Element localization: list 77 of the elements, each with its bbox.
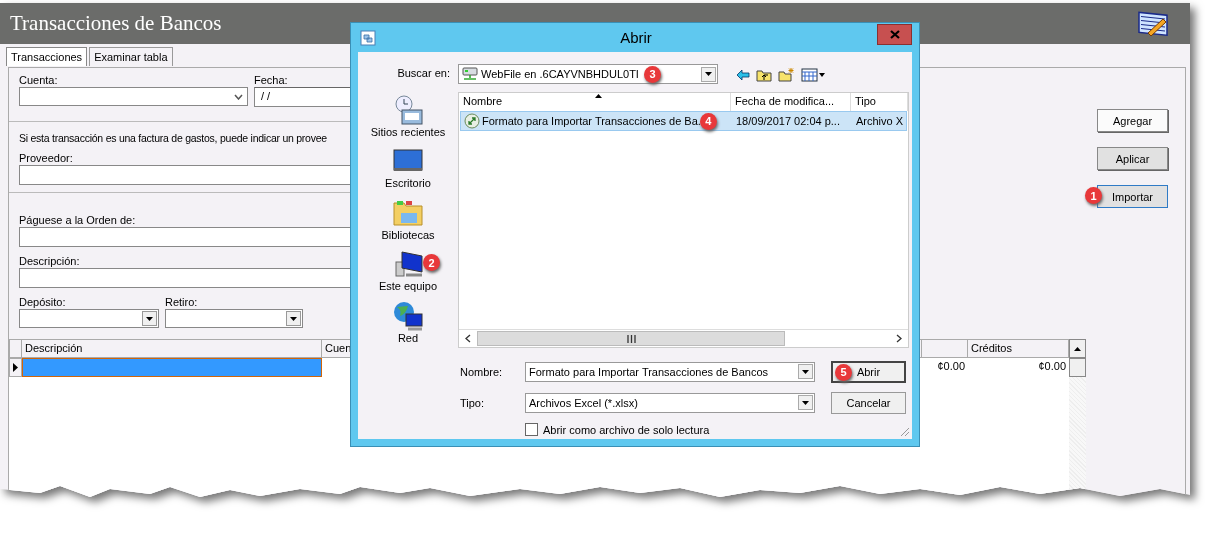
table-cell-text: ¢0.00 [936,359,966,374]
column-header[interactable]: Créditos [968,339,1069,358]
field-label: Fecha: [254,73,289,87]
sort-up-icon [594,94,602,98]
caret-down-icon [802,401,809,405]
field-label: Descripción: [19,254,81,268]
window-icon [360,29,376,46]
window-title: Transacciones de Bancos [10,11,222,36]
chevron-down-icon [234,93,243,100]
ledger-pencil-icon [1136,10,1170,37]
hint-text: Si esta transacción es una factura de gastos, puede indicar un provee [19,132,328,144]
form-button[interactable]: Aplicar [1097,147,1168,170]
field-label: Buscar en: [397,67,450,79]
tab[interactable]: Transacciones [6,47,88,66]
horizontal-scrollbar[interactable] [459,329,908,347]
table-cell-text: Archivo X [855,115,905,127]
table-cell: Formato para Importar Transacciones de Ba. [482,115,701,127]
account-dropdown[interactable] [19,87,248,106]
tab[interactable]: Examinar tabla [89,47,173,66]
place-item[interactable]: 2 Este equipo [378,248,438,297]
new-folder-icon[interactable] [778,67,795,82]
scroll-up-button[interactable] [1069,339,1086,358]
dropdown-button[interactable] [142,311,157,326]
file-name-field[interactable]: Formato para Importar Transacciones de Bancos [525,361,815,382]
view-menu-icon[interactable] [801,67,825,82]
field-label: Retiro: [165,295,199,309]
callout-badge: 3 [643,65,661,83]
callout-badge: 4 [699,112,717,130]
caret-down-icon [290,316,297,321]
date-field[interactable]: / / [254,87,350,107]
table-cell-text: 18/09/2017 02:04 p... [735,115,841,127]
caret-up-icon [1074,346,1081,351]
checkbox[interactable] [525,423,538,437]
file-type-dropdown[interactable]: Archivos Excel (*.xlsx) [525,393,815,413]
supplier-field[interactable] [19,165,350,185]
dialog-button[interactable]: Cancelar [831,392,906,414]
close-icon [889,30,900,39]
dropdown-button[interactable] [701,66,716,82]
dropdown-button[interactable] [286,311,301,326]
resize-grip-icon [900,427,910,437]
field-label: Tipo: [459,397,486,409]
row-pointer-icon [13,363,18,372]
payee-field[interactable] [19,227,350,247]
file-row[interactable]: Formato para Importar Transacciones de Ba. 4 18/09/2017 02:04 p... Archivo X [460,111,907,131]
field-label: Páguese a la Orden de: [19,213,137,227]
field-label: Nombre: [459,365,504,378]
checkbox-label: Abrir como archivo de solo lectura [543,423,710,436]
field-label: Cuenta: [19,73,59,87]
folder-up-icon[interactable] [756,67,772,82]
table-cell-text: ¢0.00 [1037,359,1067,374]
scrollbar-thumb[interactable] [477,331,785,346]
field-label: Proveedor: [19,151,74,165]
close-button[interactable] [877,24,912,45]
dropdown-button[interactable] [798,364,813,380]
file-icon [464,113,480,129]
description-field[interactable] [19,268,350,288]
form-button[interactable]: Importar [1097,185,1168,208]
dialog-title: Abrir [619,29,653,46]
recent-places-icon [392,94,424,126]
grip-icon [626,334,636,343]
dropdown-button[interactable] [798,395,813,411]
caret-down-icon [802,369,809,374]
back-arrow-icon[interactable] [736,68,750,81]
place-item[interactable]: Escritorio [385,145,431,194]
column-header[interactable]: Descripción [22,339,322,358]
callout-badge: 1 [1085,187,1102,204]
form-button[interactable]: Agregar [1097,109,1168,132]
scrollbar-thumb[interactable] [1069,358,1086,377]
place-item[interactable]: Sitios recientes [370,94,446,143]
location-dropdown[interactable]: WebFile en .6CAYVNBHDUL0TI 3 [458,64,718,84]
field-label: Depósito: [19,295,67,309]
network-drive-icon [462,67,478,81]
place-item[interactable]: Bibliotecas [381,196,435,246]
globe-monitor-icon [392,299,424,332]
place-item[interactable]: Red [392,299,424,349]
caret-down-icon [146,316,153,321]
caret-down-icon [705,72,712,76]
